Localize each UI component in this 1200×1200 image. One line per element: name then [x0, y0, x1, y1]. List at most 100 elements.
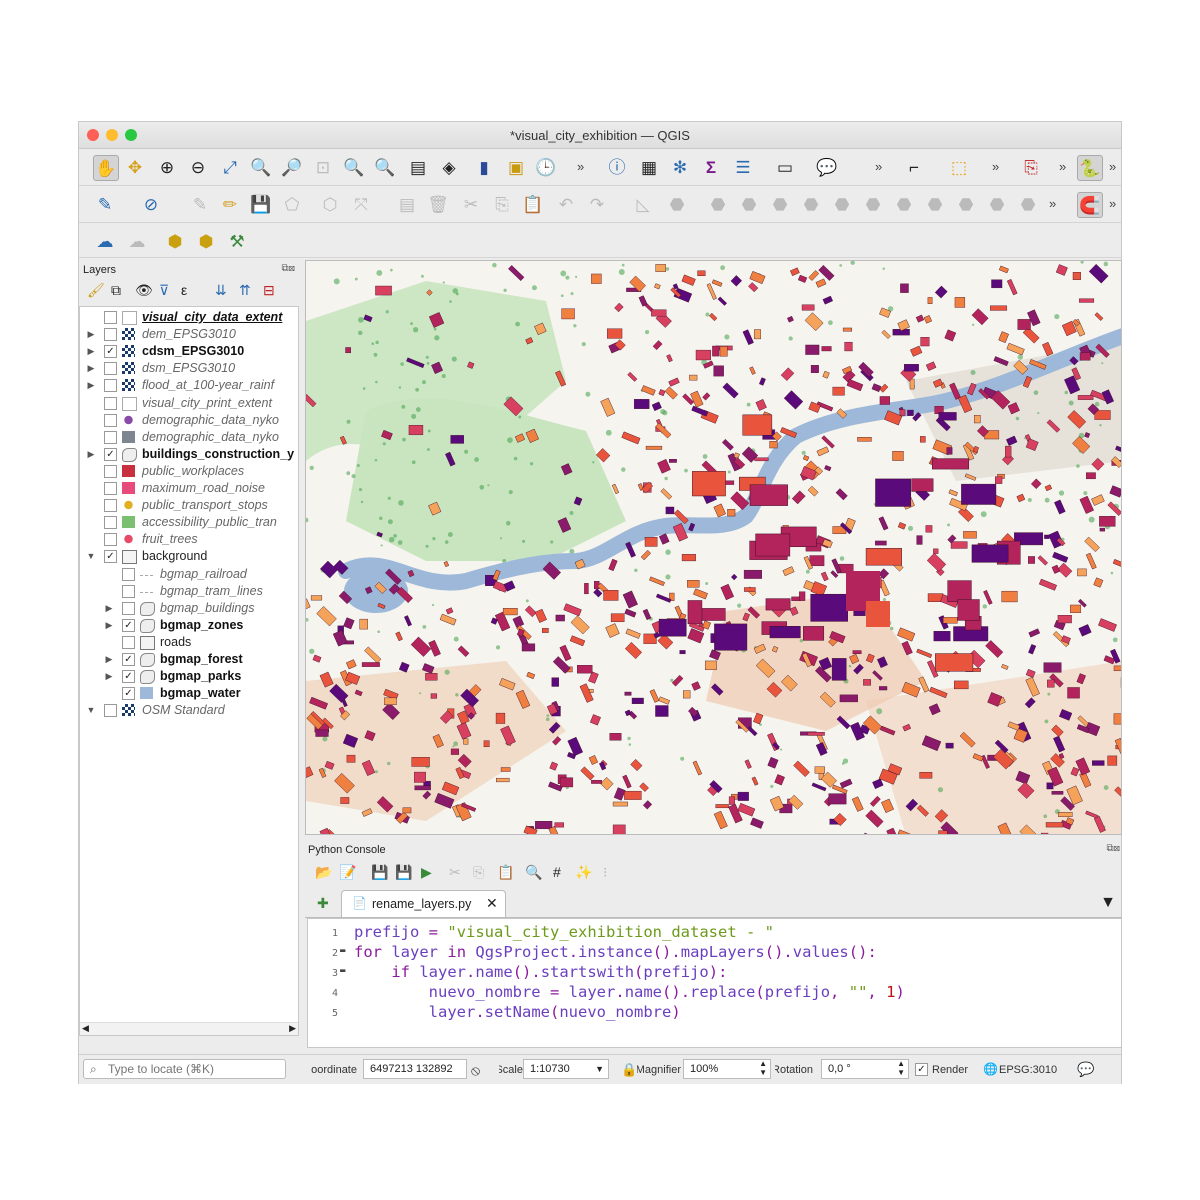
- layer-row[interactable]: visual_city_data_extent: [80, 309, 298, 326]
- layer-visibility-checkbox[interactable]: [122, 635, 135, 649]
- layer-visibility-checkbox[interactable]: ✓: [104, 447, 117, 461]
- reshape-icon[interactable]: ⬣: [706, 192, 730, 216]
- rotation-spinbox[interactable]: 0,0 ° ▲ ▼: [821, 1059, 909, 1079]
- zoom-to-layer-icon[interactable]: 🔎: [280, 155, 304, 179]
- cube-plugin-icon[interactable]: ⬢: [163, 229, 187, 253]
- fold-marker-icon[interactable]: ▬: [340, 946, 345, 956]
- remove-layer-icon[interactable]: ⊟: [263, 282, 275, 299]
- layer-row[interactable]: ▶ dsm_EPSG3010: [80, 360, 298, 377]
- layer-row[interactable]: ▶ flood_at_100-year_rainf: [80, 377, 298, 394]
- filter-expression-icon[interactable]: ε: [181, 282, 187, 298]
- modify-attributes-icon[interactable]: ▤: [395, 192, 419, 216]
- code-editor[interactable]: 1 prefijo = "visual_city_exhibition_datas…: [307, 918, 1122, 1048]
- magnifier-spinbox[interactable]: 100% ▲ ▼: [683, 1059, 771, 1079]
- vertex-tool-icon[interactable]: ⬡: [318, 192, 342, 216]
- add-group-icon[interactable]: ⧉: [111, 282, 121, 299]
- temporal-controller-icon[interactable]: 🕒: [534, 155, 558, 179]
- zoom-in-icon[interactable]: ⊕: [155, 155, 179, 179]
- layer-visibility-checkbox[interactable]: [104, 704, 117, 718]
- editor-tab[interactable]: 📄 rename_layers.py ✕: [341, 890, 506, 917]
- undo-icon[interactable]: ↶: [554, 192, 578, 216]
- crs-label[interactable]: EPSG:3010: [999, 1064, 1057, 1076]
- layer-row[interactable]: ▶ ✓ bgmap_zones: [80, 617, 298, 634]
- chevron-right-icon[interactable]: ▶: [104, 668, 114, 685]
- panel-float-close-icon[interactable]: ⧉⊠: [282, 263, 296, 274]
- chevron-right-icon[interactable]: ▶: [86, 446, 96, 463]
- select-features-icon[interactable]: ⬚: [947, 155, 971, 179]
- toggle-extents-icon[interactable]: ⦸: [471, 1062, 480, 1079]
- layer-visibility-checkbox[interactable]: ✓: [104, 550, 117, 564]
- layer-visibility-checkbox[interactable]: ✓: [122, 687, 135, 701]
- chevron-right-icon[interactable]: ▶: [86, 360, 96, 377]
- layer-row[interactable]: ▼ OSM Standard: [80, 702, 298, 719]
- open-script-icon[interactable]: 📂: [315, 864, 332, 881]
- layer-row[interactable]: ▶ ✓ bgmap_parks: [80, 668, 298, 685]
- manage-visibility-icon[interactable]: 👁: [135, 282, 153, 299]
- layer-visibility-checkbox[interactable]: [104, 362, 117, 376]
- layer-row[interactable]: fruit_trees: [80, 531, 298, 548]
- scroll-left-icon[interactable]: ◀: [82, 1023, 89, 1034]
- collapse-all-icon[interactable]: ⇈: [239, 282, 251, 299]
- layer-visibility-checkbox[interactable]: ✓: [104, 345, 117, 359]
- lock-scale-icon[interactable]: 🔒: [621, 1062, 637, 1078]
- comment-icon[interactable]: #: [553, 864, 561, 880]
- map-tips-icon[interactable]: 💬: [815, 155, 839, 179]
- simplify-icon[interactable]: ⬣: [830, 192, 854, 216]
- snapping-magnet-icon[interactable]: 🧲: [1077, 192, 1103, 218]
- layer-visibility-checkbox[interactable]: [104, 516, 117, 530]
- zoom-last-icon[interactable]: 🔍: [342, 155, 366, 179]
- close-tab-icon[interactable]: ✕: [486, 895, 498, 912]
- style-manager-icon[interactable]: 🖌: [87, 282, 105, 299]
- measure-icon[interactable]: ▭: [773, 155, 797, 179]
- delete-ring-icon[interactable]: ⬣: [923, 192, 947, 216]
- digitize-trace-icon[interactable]: ◺: [631, 192, 655, 216]
- rotate-feature-icon[interactable]: ⬣: [799, 192, 823, 216]
- cloud-sync-icon[interactable]: ☁: [125, 229, 149, 253]
- chevron-right-icon[interactable]: ▶: [86, 326, 96, 343]
- add-polygon-icon[interactable]: ⬠: [280, 192, 304, 216]
- fill-ring-icon[interactable]: ⬣: [892, 192, 916, 216]
- layer-row[interactable]: bgmap_railroad: [80, 566, 298, 583]
- locator-input[interactable]: [108, 1062, 278, 1076]
- open-field-calculator-icon[interactable]: ☰: [731, 155, 755, 179]
- split-parts-icon[interactable]: ⬣: [1016, 192, 1040, 216]
- layer-row[interactable]: ✓ bgmap_water: [80, 685, 298, 702]
- layer-row[interactable]: bgmap_tram_lines: [80, 583, 298, 600]
- copy-icon[interactable]: ⎘: [490, 192, 514, 216]
- open-in-editor-icon[interactable]: 📝: [339, 864, 356, 881]
- reverse-line-icon[interactable]: ⬣: [985, 192, 1009, 216]
- delete-part-icon[interactable]: ⬣: [954, 192, 978, 216]
- paste-icon[interactable]: 📋: [497, 864, 514, 881]
- object-inspector-icon[interactable]: ⁝: [603, 864, 607, 881]
- layer-visibility-checkbox[interactable]: [104, 430, 117, 444]
- chevron-right-icon[interactable]: ▶: [86, 377, 96, 394]
- layer-row[interactable]: maximum_road_noise: [80, 480, 298, 497]
- cloud-icon[interactable]: ☁: [93, 229, 117, 253]
- map-canvas[interactable]: [305, 260, 1122, 835]
- new-map-view-icon[interactable]: ▤: [406, 155, 430, 179]
- toggle-editing-icon[interactable]: ✏: [218, 192, 242, 216]
- annotation-icon[interactable]: ⌐: [902, 155, 926, 179]
- cut-icon[interactable]: ✂: [459, 192, 483, 216]
- new-3d-view-icon[interactable]: ◈: [437, 155, 461, 179]
- locator-box[interactable]: ⌕: [83, 1059, 286, 1079]
- render-checkbox[interactable]: ✓: [915, 1063, 928, 1076]
- scale-combo[interactable]: 1:10730 ▼: [523, 1059, 609, 1079]
- layer-visibility-checkbox[interactable]: [104, 379, 117, 393]
- redo-icon[interactable]: ↷: [585, 192, 609, 216]
- filter-legend-icon[interactable]: ⊽: [159, 282, 169, 299]
- show-bookmarks-icon[interactable]: ▣: [504, 155, 528, 179]
- chevron-down-icon[interactable]: ▼: [86, 548, 96, 565]
- cube-plugin-2-icon[interactable]: ⬢: [194, 229, 218, 253]
- chevron-right-icon[interactable]: ▶: [104, 617, 114, 634]
- bookmark-icon[interactable]: ▮: [472, 155, 496, 179]
- layer-row[interactable]: ▶ bgmap_buildings: [80, 600, 298, 617]
- zoom-out-icon[interactable]: ⊖: [186, 155, 210, 179]
- panel-float-close-icon[interactable]: ⧉⊠: [1107, 843, 1121, 854]
- attribute-table-icon[interactable]: ▦: [637, 155, 661, 179]
- move-feature-icon[interactable]: ⤧: [349, 192, 373, 216]
- add-ring-icon[interactable]: ⬣: [861, 192, 885, 216]
- layer-row[interactable]: accessibility_public_tran: [80, 514, 298, 531]
- delete-selected-icon[interactable]: 🗑: [426, 192, 450, 216]
- scroll-right-icon[interactable]: ▶: [289, 1023, 296, 1034]
